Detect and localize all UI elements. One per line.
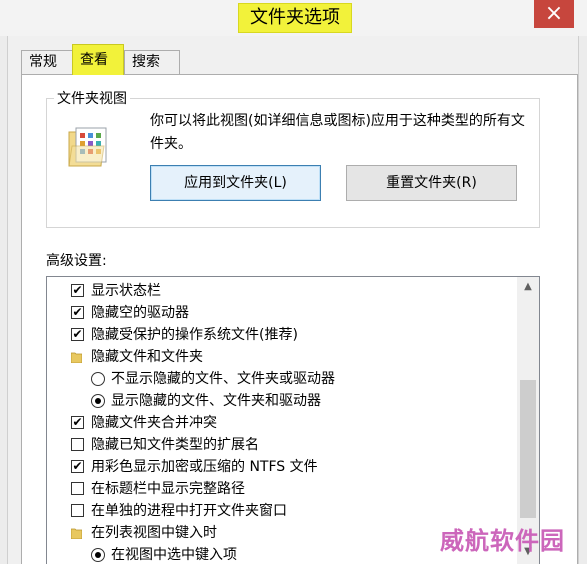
tree-row-label: 用彩色显示加密或压缩的 NTFS 文件 [91,459,318,475]
radio-button[interactable] [91,394,105,408]
reset-folders-button[interactable]: 重置文件夹(R) [346,165,517,201]
tree-row-label: 在标题栏中显示完整路径 [91,481,245,497]
tree-row-label: 隐藏已知文件类型的扩展名 [91,437,259,453]
checkbox[interactable] [71,328,84,341]
tab-general[interactable]: 常规 [21,50,73,74]
folder-view-icon [68,127,107,167]
radio-button[interactable] [91,372,105,386]
close-button[interactable]: × [534,0,574,28]
tree-row-label: 在单独的进程中打开文件夹窗口 [91,503,287,519]
tree-row-label: 隐藏空的驱动器 [91,305,189,321]
checkbox[interactable] [71,482,84,495]
checkbox[interactable] [71,284,84,297]
radio-button[interactable] [91,548,105,562]
window-right-edge [578,36,587,564]
checkbox[interactable] [71,504,84,517]
scrollbar-thumb[interactable] [520,380,536,518]
tab-search[interactable]: 搜索 [124,50,180,74]
advanced-settings-label: 高级设置: [46,253,107,269]
folder-view-group-title: 文件夹视图 [54,90,130,108]
checkbox[interactable] [71,306,84,319]
folder-view-description: 你可以将此视图(如详细信息或图标)应用于这种类型的所有文件夹。 [150,113,525,152]
watermark: 威航软件园 [440,526,565,555]
tree-row-label: 不显示隐藏的文件、文件夹或驱动器 [111,371,335,387]
tree-row-label: 在视图中选中键入项 [111,547,237,563]
checkbox[interactable] [71,438,84,451]
apply-to-folders-button[interactable]: 应用到文件夹(L) [150,165,321,201]
folder-icon [71,352,82,363]
folder-icon [71,528,82,539]
tree-row-label: 显示状态栏 [91,283,161,299]
tree-row-label: 显示隐藏的文件、文件夹和驱动器 [111,393,321,409]
tree-group-label: 在列表视图中键入时 [91,525,217,541]
checkbox[interactable] [71,416,84,429]
tree-group-label: 隐藏文件和文件夹 [91,349,203,365]
tree-row-label: 隐藏文件夹合并冲突 [91,415,217,431]
tab-view[interactable]: 查看 [72,44,124,75]
window-left-edge [0,36,8,564]
checkbox[interactable] [71,460,84,473]
scroll-up-arrow-icon[interactable]: ▲ [517,277,539,297]
window-title: 文件夹选项 [238,3,352,33]
tree-row-label: 隐藏受保护的操作系统文件(推荐) [91,327,298,343]
